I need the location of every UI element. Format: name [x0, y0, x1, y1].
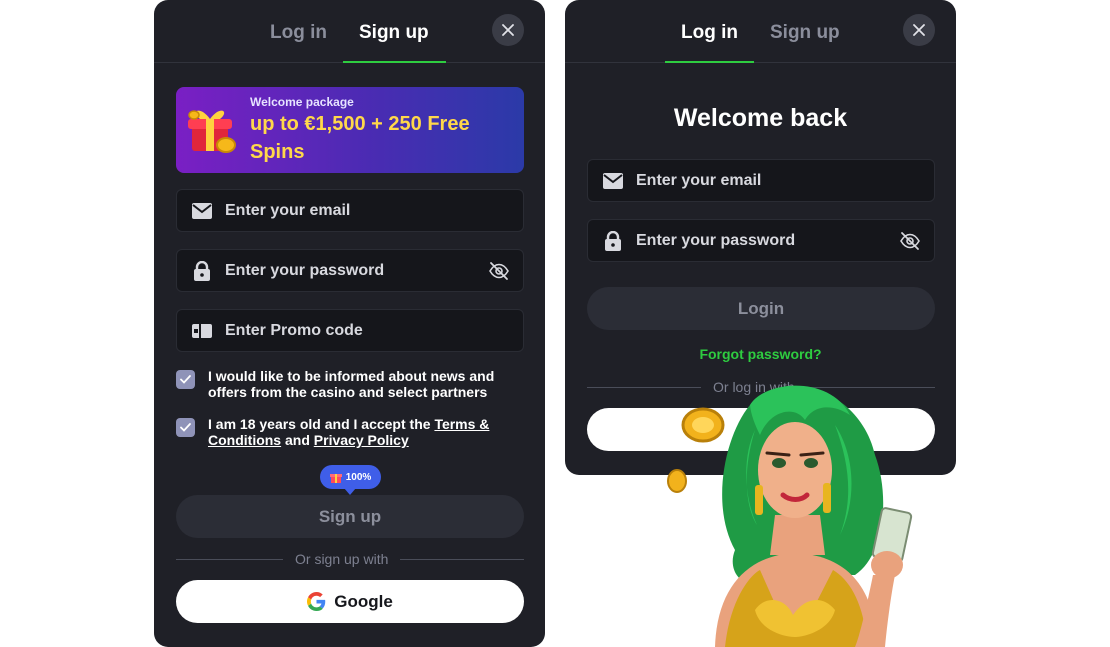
mail-icon: [191, 200, 213, 222]
signup-divider: Or sign up with: [176, 550, 524, 568]
tab-bar: Log in Sign up: [565, 0, 956, 63]
email-placeholder: Enter your email: [225, 202, 351, 219]
casino-mascot-illustration: [667, 385, 913, 647]
bonus-badge-label: 100%: [345, 471, 372, 483]
auth-screen: Log in Sign up Welcome package up to €1,…: [0, 0, 1110, 647]
banner-subtitle: Welcome package: [250, 95, 354, 109]
tab-signup[interactable]: Sign up: [359, 22, 429, 44]
eye-off-icon[interactable]: [899, 230, 921, 252]
promo-code-field[interactable]: Enter Promo code: [176, 309, 524, 352]
google-icon: [307, 592, 326, 611]
email-field[interactable]: Enter your email: [587, 159, 935, 202]
forgot-password-link[interactable]: Forgot password?: [565, 346, 956, 362]
login-title: Welcome back: [673, 104, 848, 132]
terms-consent-row: I am 18 years old and I accept the Terms…: [176, 416, 526, 448]
check-icon: [180, 423, 191, 432]
banner-offer: up to €1,500 + 250 Free Spins: [250, 113, 470, 163]
check-icon: [180, 375, 191, 384]
news-consent-label: I would like to be informed about news a…: [208, 368, 495, 400]
login-button[interactable]: Login: [587, 287, 935, 330]
tab-bar: Log in Sign up: [154, 0, 545, 63]
tab-signup[interactable]: Sign up: [770, 22, 840, 44]
mail-icon: [602, 170, 624, 192]
divider-text: Or sign up with: [295, 551, 389, 567]
divider-line: [176, 558, 283, 560]
bonus-badge: 100%: [320, 465, 381, 495]
password-placeholder: Enter your password: [636, 232, 796, 249]
google-signup-button[interactable]: Google: [176, 580, 524, 623]
news-checkbox[interactable]: [176, 370, 195, 389]
privacy-link[interactable]: Privacy Policy: [314, 432, 409, 448]
close-icon: [913, 24, 925, 36]
password-field[interactable]: Enter your password: [587, 219, 935, 262]
close-icon: [502, 24, 514, 36]
close-button[interactable]: [903, 14, 935, 46]
terms-checkbox[interactable]: [176, 418, 195, 437]
password-field[interactable]: Enter your password: [176, 249, 524, 292]
active-tab-indicator: [665, 61, 754, 63]
and-text: and: [281, 432, 314, 448]
divider-line: [400, 558, 524, 560]
lock-icon: [602, 230, 624, 252]
tab-login[interactable]: Log in: [681, 22, 738, 44]
email-placeholder: Enter your email: [636, 172, 762, 189]
eye-off-icon[interactable]: [488, 260, 510, 282]
gift-icon: [329, 474, 342, 483]
google-label: Google: [334, 591, 393, 611]
terms-consent-label: I am 18 years old and I accept the Terms…: [208, 416, 526, 448]
lock-icon: [191, 260, 213, 282]
welcome-banner: Welcome package up to €1,500 + 250 Free …: [176, 87, 524, 173]
signup-button[interactable]: Sign up: [176, 495, 524, 538]
news-consent-row: I would like to be informed about news a…: [176, 368, 526, 400]
close-button[interactable]: [492, 14, 524, 46]
active-tab-indicator: [343, 61, 446, 63]
tab-login[interactable]: Log in: [270, 22, 327, 44]
gift-icon: [188, 110, 236, 153]
password-placeholder: Enter your password: [225, 262, 385, 279]
promo-placeholder: Enter Promo code: [225, 322, 363, 339]
email-field[interactable]: Enter your email: [176, 189, 524, 232]
age-statement: I am 18 years old and I accept the: [208, 416, 435, 432]
promo-icon: [191, 320, 213, 342]
signup-modal: Log in Sign up Welcome package up to €1,…: [154, 0, 545, 647]
